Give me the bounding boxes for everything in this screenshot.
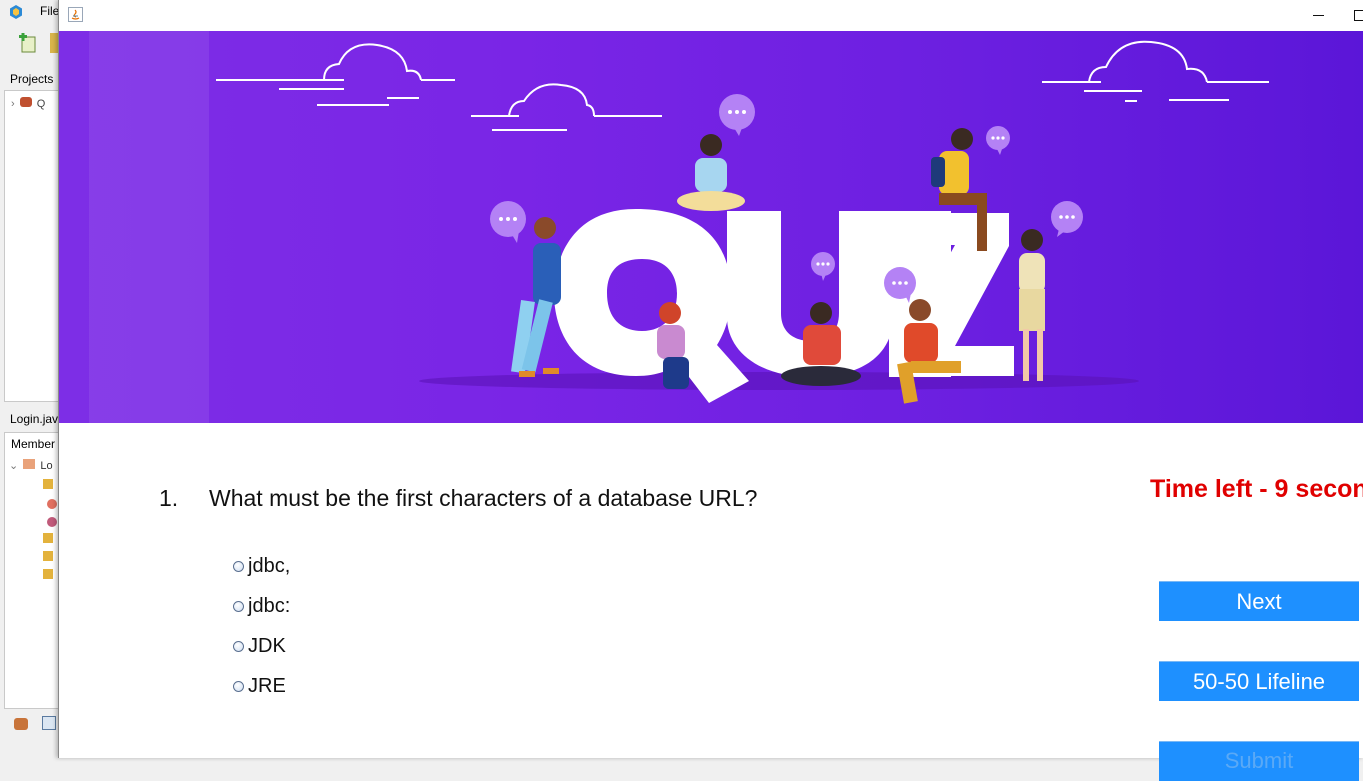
timer-label: Time left - 9 seconds (1150, 475, 1363, 504)
maximize-icon[interactable] (1351, 6, 1363, 24)
project-icon (20, 97, 32, 107)
members-panel: Member ⌄ Lo (4, 432, 60, 709)
quiz-banner-illustration (59, 31, 1363, 423)
hierarchy-icon[interactable] (14, 718, 28, 730)
project-tree-item[interactable]: › Q (11, 97, 45, 110)
ide-background: File Projects › Q Login.jav Member ⌄ Lo (0, 0, 59, 758)
filter-icon[interactable] (42, 716, 56, 730)
cloud-middle (471, 84, 662, 130)
option-label: JRE (248, 675, 286, 698)
chat-bubble-icon (811, 252, 835, 281)
netbeans-logo-icon[interactable] (8, 4, 24, 20)
new-file-icon[interactable] (50, 33, 58, 53)
method-icon (47, 517, 57, 527)
project-name: Q (37, 98, 46, 110)
chat-bubble-icon (719, 94, 755, 136)
chat-bubble-icon (986, 126, 1010, 155)
chat-bubble-icon (1051, 201, 1083, 237)
class-icon (23, 459, 35, 469)
java-icon (68, 7, 83, 22)
banner-texture (89, 31, 209, 423)
lifeline-button[interactable]: 50-50 Lifeline (1159, 661, 1359, 701)
field-icon (43, 533, 53, 543)
navigator-toolbar (4, 712, 58, 742)
chat-bubble-icon (490, 201, 526, 243)
expand-chevron-icon[interactable]: › (11, 98, 15, 110)
projects-panel: › Q (4, 90, 60, 402)
option-label: JDK (248, 635, 286, 658)
cloud-left (216, 44, 455, 105)
menu-file[interactable]: File (40, 4, 59, 18)
method-icon (47, 499, 57, 509)
radio-button[interactable] (233, 681, 244, 692)
banner-art (59, 31, 1363, 423)
option-1[interactable]: jdbc, (233, 554, 290, 578)
radio-button[interactable] (233, 641, 244, 652)
person-woman-standing (1019, 229, 1045, 381)
option-3[interactable]: JDK (233, 634, 286, 658)
field-icon (43, 479, 53, 489)
person-standing-phone (511, 217, 561, 377)
editor-tab-login[interactable]: Login.jav (10, 412, 58, 426)
minimize-icon[interactable] (1309, 6, 1329, 24)
cloud-right (1042, 42, 1269, 101)
question-text: What must be the first characters of a d… (209, 485, 757, 512)
question-number: 1. (159, 485, 178, 512)
submit-button[interactable]: Submit (1159, 741, 1359, 781)
projects-tab[interactable]: Projects (10, 72, 53, 86)
field-icon (43, 551, 53, 561)
option-2[interactable]: jdbc: (233, 594, 290, 618)
option-4[interactable]: JRE (233, 674, 286, 698)
option-label: jdbc: (248, 595, 290, 618)
radio-button[interactable] (233, 601, 244, 612)
member-tree-item[interactable]: ⌄ Lo (9, 459, 53, 472)
member-class-name: Lo (40, 460, 52, 472)
new-project-icon[interactable] (18, 33, 38, 53)
quiz-window: 1. What must be the first characters of … (58, 0, 1363, 758)
option-label: jdbc, (248, 555, 290, 578)
person-sitting-top-q (677, 134, 745, 211)
field-icon (43, 569, 53, 579)
next-button[interactable]: Next (1159, 581, 1359, 621)
radio-button[interactable] (233, 561, 244, 572)
expand-chevron-icon[interactable]: ⌄ (9, 460, 18, 472)
question-panel: 1. What must be the first characters of … (59, 423, 1363, 758)
members-tab[interactable]: Member (11, 437, 55, 451)
window-titlebar[interactable] (59, 0, 1363, 31)
